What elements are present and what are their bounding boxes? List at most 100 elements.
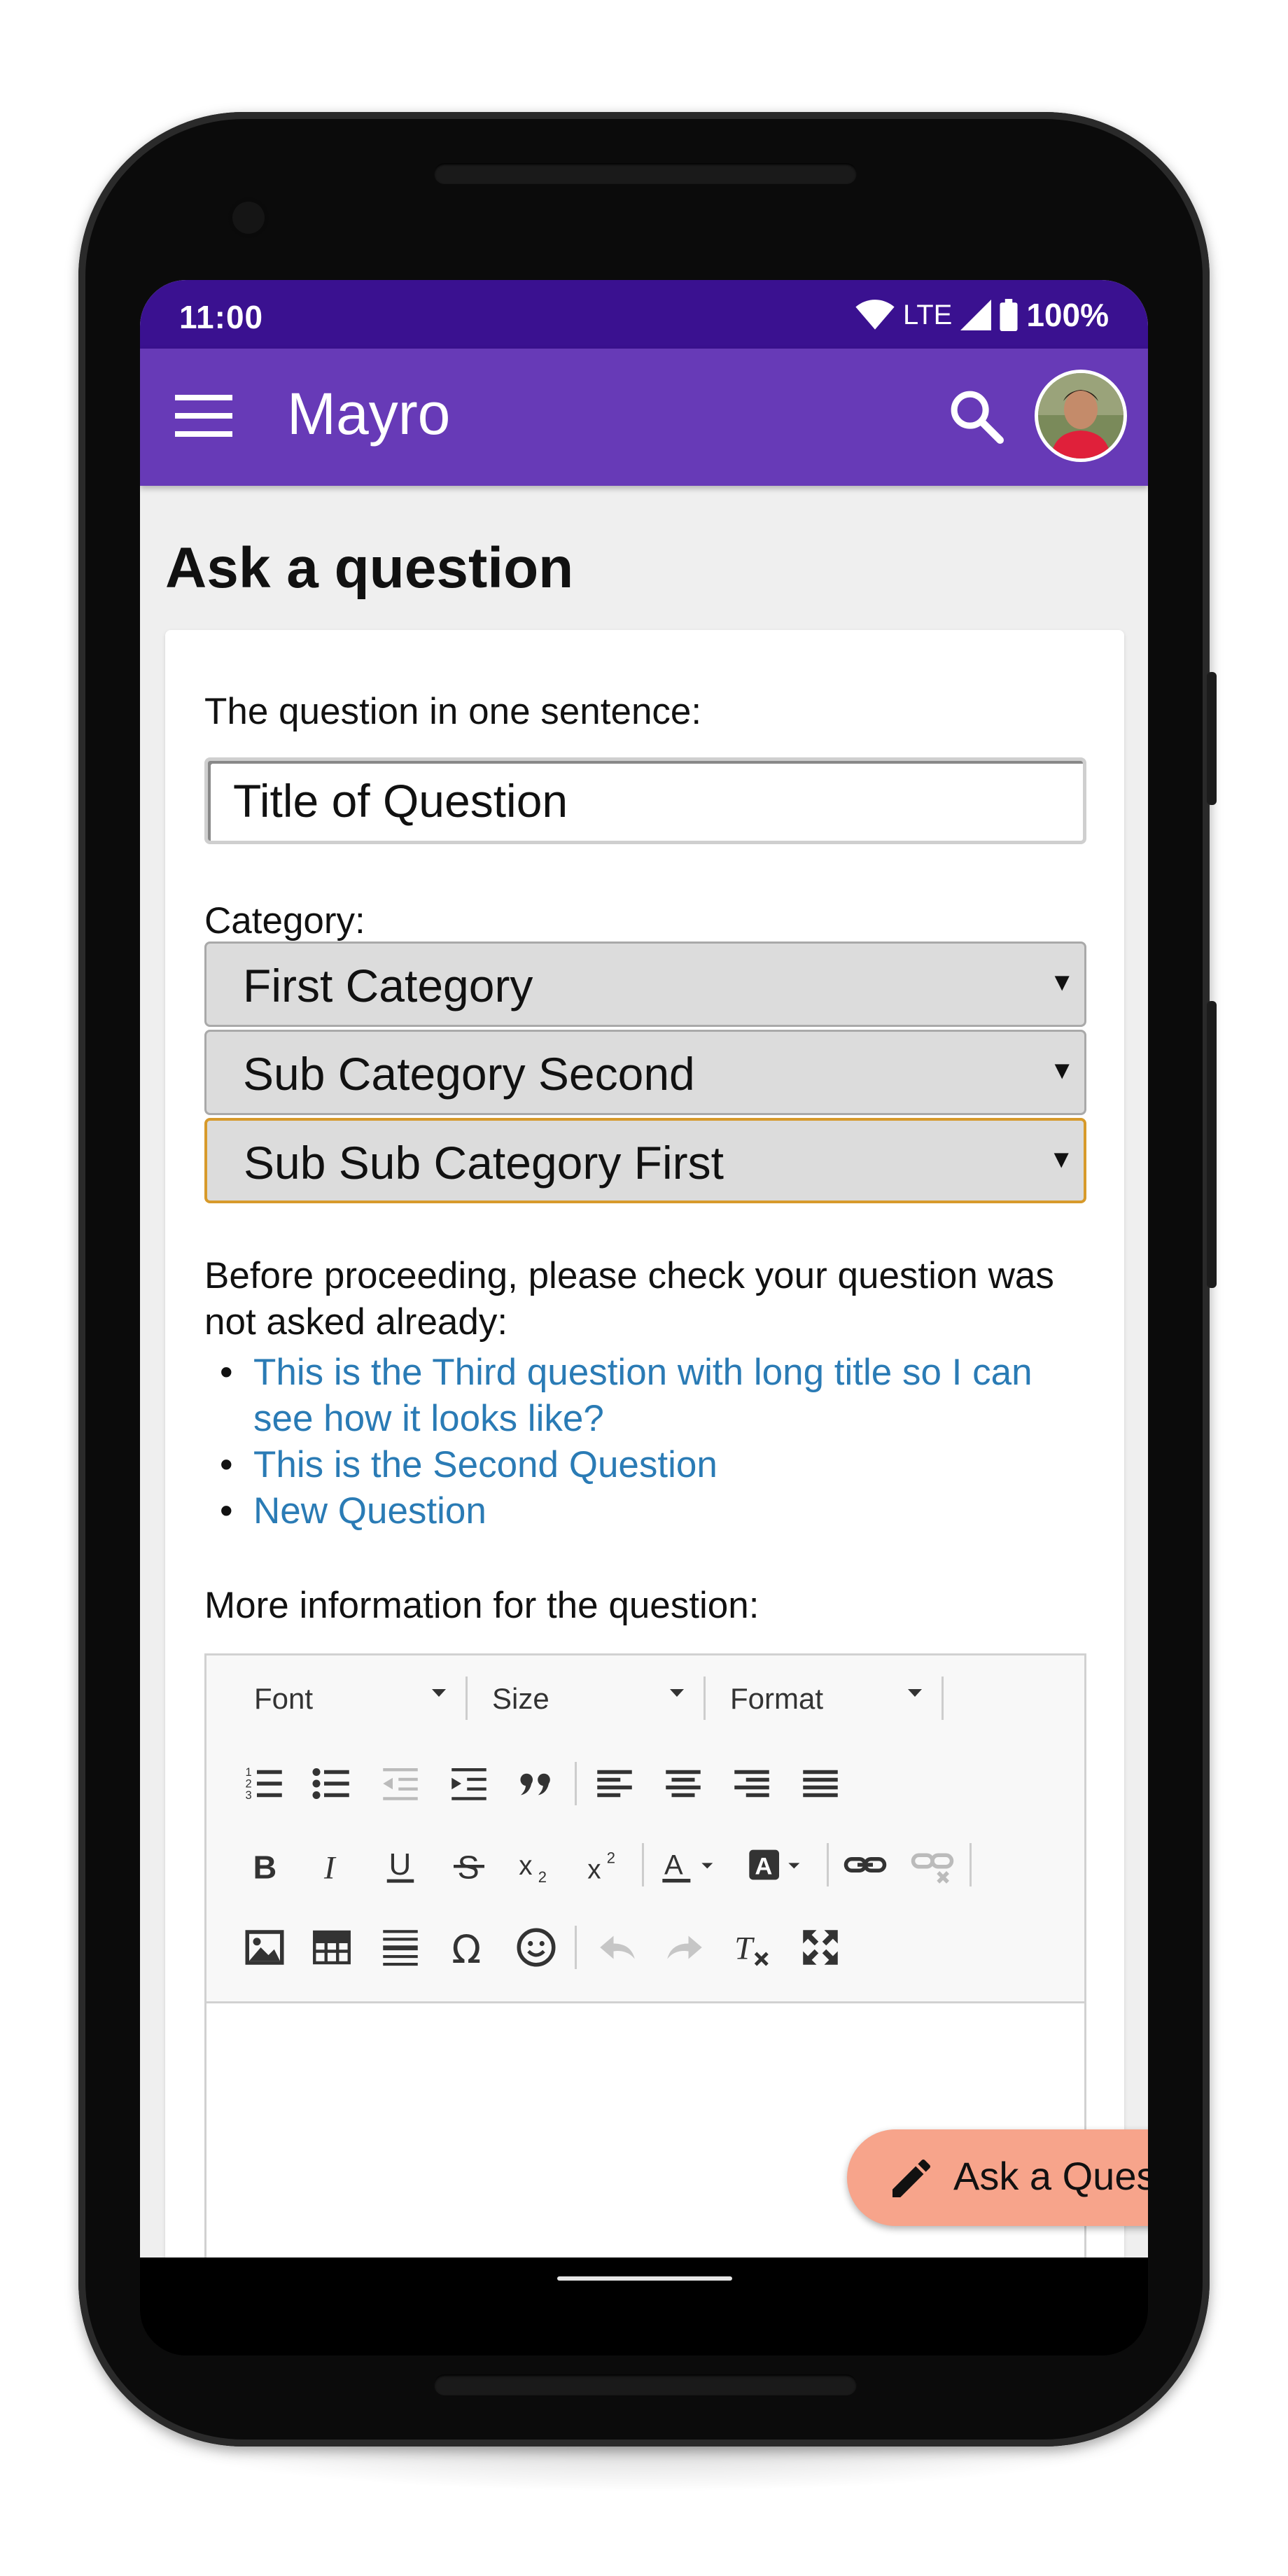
- align-right-icon[interactable]: [729, 1760, 775, 1807]
- link-icon[interactable]: [842, 1842, 888, 1888]
- redo-icon[interactable]: [662, 1924, 708, 1970]
- clear-formatting-icon[interactable]: T: [729, 1924, 775, 1970]
- superscript-icon[interactable]: x2: [582, 1842, 628, 1888]
- align-justify-icon[interactable]: [797, 1760, 844, 1807]
- svg-text:B: B: [253, 1849, 277, 1885]
- svg-text:T: T: [734, 1931, 755, 1967]
- ask-question-fab[interactable]: Ask a Question: [847, 2129, 1148, 2226]
- toolbar-separator: [575, 1926, 577, 1969]
- special-character-icon[interactable]: Ω: [446, 1924, 492, 1972]
- font-dropdown[interactable]: Font: [254, 1676, 446, 1720]
- toolbar-separator: [969, 1843, 972, 1886]
- underline-icon[interactable]: U: [377, 1842, 424, 1888]
- screen: 11:00 LTE 100% Mayro Ask a question The …: [140, 280, 1148, 2258]
- strikethrough-icon[interactable]: S: [446, 1842, 492, 1888]
- blockquote-icon[interactable]: [513, 1760, 559, 1807]
- home-gesture-handle[interactable]: [557, 2276, 732, 2281]
- svg-text:I: I: [323, 1849, 337, 1886]
- toolbar-separator: [465, 1676, 468, 1720]
- font-dropdown-label: Font: [254, 1682, 314, 1715]
- bold-icon[interactable]: B: [241, 1842, 288, 1888]
- align-left-icon[interactable]: [592, 1760, 638, 1807]
- caret-down-icon: ▼: [1049, 967, 1074, 996]
- increase-indent-icon[interactable]: [446, 1760, 492, 1807]
- svg-text:2: 2: [246, 1778, 252, 1791]
- bulleted-list-icon[interactable]: [309, 1760, 355, 1807]
- size-dropdown-label: Size: [492, 1682, 550, 1715]
- hamburger-menu-icon[interactable]: [175, 392, 232, 440]
- chevron-down-icon: [432, 1689, 446, 1697]
- italic-icon[interactable]: I: [309, 1842, 355, 1888]
- editor-toolbar: Font Size Format 123 B I U S x 2 x 2 A A…: [206, 1656, 1084, 2003]
- status-time: 11:00: [179, 299, 264, 335]
- toolbar-separator: [642, 1843, 644, 1886]
- decrease-indent-icon[interactable]: [377, 1760, 424, 1807]
- similar-questions-list: This is the Third question with long tit…: [204, 1350, 1100, 1534]
- avatar-photo: [1038, 373, 1124, 458]
- similar-question-link[interactable]: New Question: [253, 1490, 486, 1532]
- numbered-list-icon[interactable]: 123: [241, 1760, 288, 1807]
- align-center-icon[interactable]: [660, 1760, 706, 1807]
- toolbar-separator: [827, 1843, 829, 1886]
- app-title: Mayro: [287, 381, 451, 447]
- fab-label: Ask a Question: [953, 2154, 1148, 2198]
- format-dropdown[interactable]: Format: [730, 1676, 922, 1720]
- question-title-input[interactable]: [204, 757, 1086, 844]
- subcategory-select-value: Sub Category Second: [243, 1048, 695, 1100]
- cell-signal-icon: [960, 300, 992, 330]
- emoji-icon[interactable]: [513, 1924, 559, 1970]
- category-select-value: First Category: [243, 960, 533, 1011]
- user-avatar[interactable]: [1038, 373, 1124, 458]
- size-dropdown[interactable]: Size: [492, 1676, 684, 1720]
- chevron-down-icon: [670, 1689, 684, 1697]
- search-icon[interactable]: [945, 385, 1008, 448]
- table-icon[interactable]: [309, 1924, 355, 1970]
- text-color-icon[interactable]: A: [659, 1842, 726, 1888]
- pencil-icon: [892, 2159, 931, 2197]
- battery-percent: 100%: [1026, 297, 1109, 333]
- question-form-card: The question in one sentence: Category: …: [165, 630, 1124, 2258]
- svg-text:Ω: Ω: [451, 1927, 481, 1970]
- system-navigation-bar: [140, 2258, 1148, 2356]
- wifi-icon: [855, 300, 895, 330]
- list-item: New Question: [204, 1488, 1100, 1534]
- power-button: [1207, 672, 1217, 805]
- format-dropdown-label: Format: [730, 1682, 824, 1715]
- svg-text:2: 2: [607, 1849, 615, 1866]
- image-icon[interactable]: [241, 1924, 288, 1970]
- category-label: Category:: [204, 900, 365, 941]
- undo-icon[interactable]: [594, 1924, 640, 1970]
- app-bar: Mayro: [140, 349, 1148, 486]
- unlink-icon[interactable]: [909, 1842, 955, 1888]
- toolbar-separator: [941, 1676, 944, 1720]
- similar-question-link[interactable]: This is the Third question with long tit…: [253, 1352, 1032, 1439]
- subscript-icon[interactable]: x2: [513, 1842, 559, 1888]
- front-camera: [228, 197, 269, 238]
- category-select[interactable]: First Category ▼: [204, 941, 1086, 1027]
- list-item: This is the Third question with long tit…: [204, 1350, 1100, 1442]
- maximize-icon[interactable]: [797, 1924, 844, 1970]
- more-info-label: More information for the question:: [204, 1585, 760, 1626]
- battery-icon: [1000, 299, 1018, 331]
- network-type: LTE: [902, 299, 953, 330]
- chevron-down-icon: [908, 1689, 922, 1697]
- caret-down-icon: ▼: [1049, 1056, 1074, 1084]
- volume-button: [1207, 1001, 1217, 1288]
- duplicate-check-notice: Before proceeding, please check your que…: [204, 1255, 1054, 1343]
- svg-text:x: x: [519, 1851, 532, 1881]
- status-bar: 11:00 LTE 100%: [140, 280, 1148, 349]
- subsubcategory-select-value: Sub Sub Category First: [244, 1137, 724, 1189]
- svg-text:U: U: [389, 1847, 412, 1882]
- svg-text:x: x: [587, 1854, 601, 1884]
- toolbar-separator: [704, 1676, 706, 1720]
- page-title: Ask a question: [165, 536, 574, 600]
- svg-text:A: A: [755, 1853, 772, 1879]
- subsubcategory-select[interactable]: Sub Sub Category First ▼: [204, 1118, 1086, 1203]
- svg-text:1: 1: [246, 1766, 252, 1779]
- toolbar-separator: [575, 1762, 577, 1805]
- similar-question-link[interactable]: This is the Second Question: [253, 1444, 718, 1485]
- horizontal-line-icon[interactable]: [377, 1924, 424, 1970]
- background-color-icon[interactable]: A: [746, 1842, 813, 1888]
- subcategory-select[interactable]: Sub Category Second ▼: [204, 1030, 1086, 1115]
- list-item: This is the Second Question: [204, 1442, 1100, 1488]
